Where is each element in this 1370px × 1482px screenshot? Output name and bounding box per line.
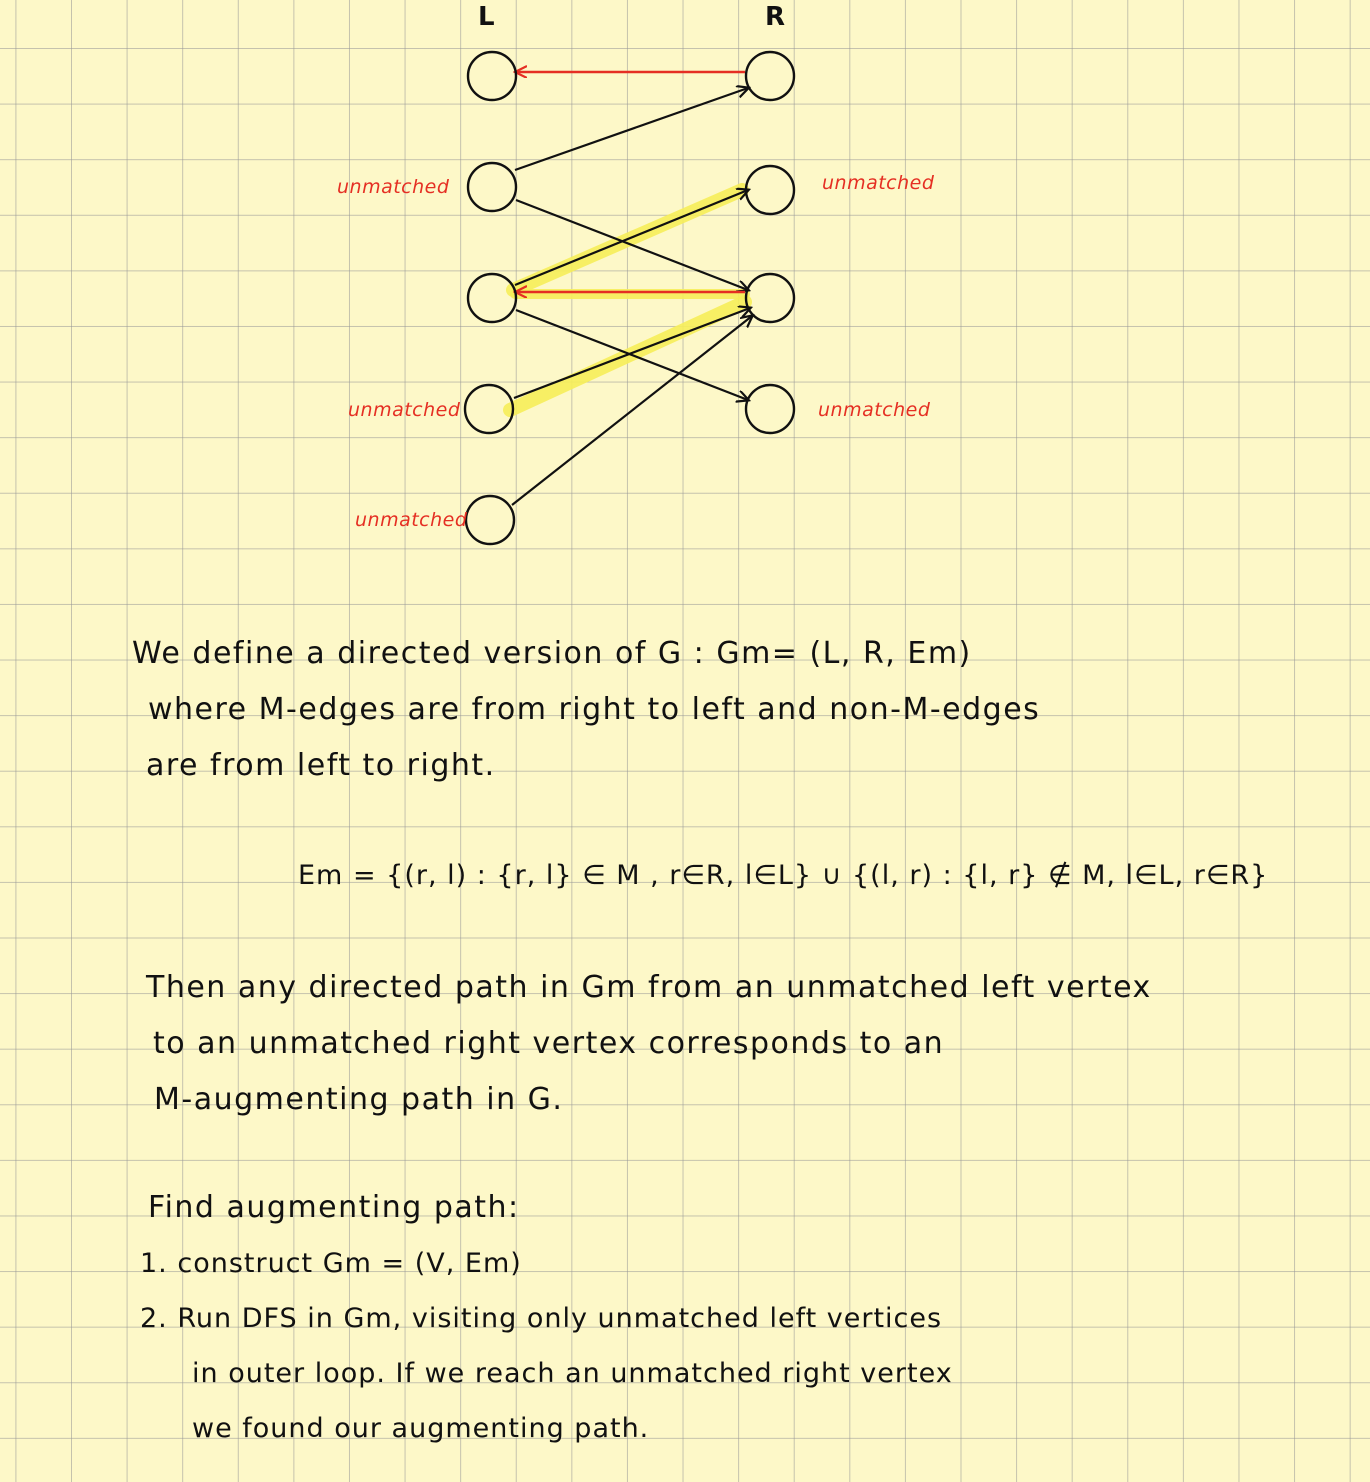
edge-l2-r1 — [514, 88, 748, 172]
right-partition-label: R — [765, 2, 786, 32]
edge-set-formula: Em = {(r, l) : {r, l} ∈ M , r∈R, l∈L} ∪ … — [298, 860, 1269, 891]
claim-line-2: to an unmatched right vertex corresponds… — [153, 1026, 945, 1061]
unmatched-label-left-2: unmatched — [337, 176, 450, 198]
step-2-line-3: we found our augmenting path. — [192, 1413, 650, 1444]
left-vertex-2 — [466, 161, 518, 213]
edge-l4-r3 — [513, 308, 750, 400]
highlight-path-segment — [503, 295, 752, 417]
unmatched-label-right-2: unmatched — [822, 172, 935, 194]
left-vertex-5 — [464, 494, 516, 546]
edge-l5-r3 — [511, 316, 752, 506]
bipartite-graph — [463, 50, 796, 546]
notebook-page: L R unmatched unmatched unmatched unmatc… — [0, 0, 1370, 1482]
right-vertex-3 — [744, 272, 796, 324]
right-vertex-2 — [744, 164, 796, 216]
unmatched-label-left-4: unmatched — [348, 399, 461, 421]
right-vertex-1 — [744, 50, 796, 102]
step-1: 1. construct Gm = (V, Em) — [140, 1248, 522, 1279]
edge-l3-r2 — [514, 190, 748, 287]
claim-line-3: M-augmenting path in G. — [154, 1082, 564, 1117]
right-vertex-4 — [744, 383, 796, 435]
step-2-line-2: in outer loop. If we reach an unmatched … — [192, 1358, 953, 1389]
left-vertex-3 — [466, 272, 518, 324]
step-2-line-1: 2. Run DFS in Gm, visiting only unmatche… — [140, 1303, 943, 1334]
definition-line-3: are from left to right. — [146, 748, 496, 783]
claim-line-1: Then any directed path in Gm from an unm… — [146, 970, 1152, 1005]
left-partition-label: L — [478, 2, 495, 32]
definition-line-2: where M-edges are from right to left and… — [148, 692, 1041, 727]
unmatched-label-left-5: unmatched — [355, 509, 468, 531]
steps-title: Find augmenting path: — [148, 1190, 520, 1225]
left-vertex-1 — [466, 50, 518, 102]
definition-line-1: We define a directed version of G : Gm= … — [132, 636, 972, 671]
unmatched-label-right-4: unmatched — [818, 399, 931, 421]
